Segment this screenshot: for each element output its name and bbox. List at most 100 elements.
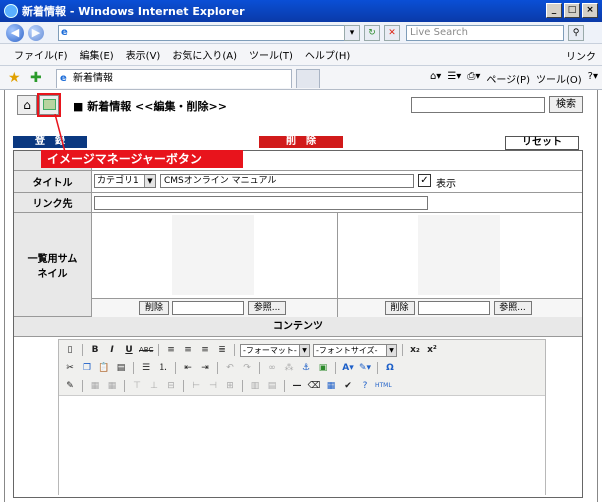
stop-icon[interactable]: ✕ [384, 25, 400, 41]
window-title: 新着情報 - Windows Internet Explorer [22, 5, 245, 18]
table-props-icon[interactable]: ▦ [88, 379, 102, 393]
bullet-list-icon[interactable]: ☰ [139, 361, 153, 375]
font-size-select[interactable]: -フォントサイズ- ▼ [313, 343, 397, 357]
refresh-icon[interactable]: ↻ [364, 25, 380, 41]
edit-form: 登 録 削 除 リセット [13, 134, 591, 150]
anchor-icon[interactable]: ⚓ [299, 361, 313, 375]
special-char-icon[interactable]: Ω [383, 361, 397, 375]
new-document-icon[interactable]: ▯ [63, 343, 77, 357]
links-menu[interactable]: リンク [566, 48, 596, 63]
url-dropdown-icon[interactable]: ▾ [344, 25, 360, 41]
back-icon[interactable]: ◀ [6, 24, 24, 42]
edit-source-icon[interactable]: ✎ [63, 379, 77, 393]
thumbnail-browse-button-2[interactable]: 参照... [493, 301, 532, 315]
home-button[interactable]: ⌂ [17, 95, 37, 115]
menu-file[interactable]: ファイル(F) [14, 47, 68, 62]
home-toolbar-icon[interactable]: ⌂▾ [430, 71, 441, 86]
new-tab-button[interactable] [296, 69, 320, 88]
url-input[interactable]: e [58, 25, 354, 41]
display-checkbox[interactable]: ✓ [418, 174, 431, 187]
thumbnail-delete-button-1[interactable]: 削除 [139, 301, 169, 315]
paste-icon[interactable]: 📋 [97, 361, 111, 375]
minimize-button[interactable]: _ [546, 3, 562, 18]
thumbnail-delete-button-2[interactable]: 削除 [384, 301, 415, 315]
tools-menu[interactable]: ツール(O) [536, 71, 582, 86]
tab-active[interactable]: e 新着情報 [56, 69, 292, 88]
insert-row-after-icon[interactable]: ⊥ [147, 379, 161, 393]
menu-view[interactable]: 表示(V) [126, 47, 161, 62]
favorites-star-icon[interactable]: ★ [8, 70, 21, 86]
menu-edit[interactable]: 編集(E) [80, 47, 114, 62]
strikethrough-icon[interactable]: ABC [139, 343, 153, 357]
undo-icon[interactable]: ↶ [223, 361, 237, 375]
maximize-button[interactable]: □ [564, 3, 580, 18]
link-icon[interactable]: ∞ [265, 361, 279, 375]
underline-icon[interactable]: U [122, 343, 136, 357]
insert-table-icon[interactable]: ▦ [324, 379, 338, 393]
thumbnail-slot-1: 削除 参照... [92, 213, 338, 317]
reset-button[interactable]: リセット [505, 136, 579, 150]
thumbnail-file-input-1[interactable] [172, 301, 244, 315]
insert-col-after-icon[interactable]: ⊣ [206, 379, 220, 393]
menu-help[interactable]: ヘルプ(H) [305, 47, 350, 62]
insert-row-before-icon[interactable]: ⊤ [130, 379, 144, 393]
text-color-icon[interactable]: A▾ [341, 361, 355, 375]
help-icon[interactable]: ? [358, 379, 372, 393]
insert-image-icon[interactable]: ▣ [316, 361, 330, 375]
insert-col-before-icon[interactable]: ⊢ [189, 379, 203, 393]
subscript-icon[interactable]: x₂ [408, 343, 422, 357]
split-cells-icon[interactable]: ▥ [248, 379, 262, 393]
bold-icon[interactable]: B [88, 343, 102, 357]
live-search-input[interactable]: Live Search [406, 25, 564, 41]
page-icon: e [61, 27, 68, 38]
copy-icon[interactable]: ❐ [80, 361, 94, 375]
menu-bar: ファイル(F) 編集(E) 表示(V) お気に入り(A) ツール(T) ヘルプ(… [0, 44, 602, 66]
search-input[interactable] [411, 97, 545, 113]
unlink-icon[interactable]: ⁂ [282, 361, 296, 375]
link-input[interactable] [94, 196, 428, 210]
indent-icon[interactable]: ⇥ [198, 361, 212, 375]
page-menu[interactable]: ページ(P) [486, 71, 530, 86]
horizontal-rule-icon[interactable]: — [290, 379, 304, 393]
thumbnail-browse-button-1[interactable]: 参照... [248, 301, 286, 315]
align-left-icon[interactable]: ≡ [164, 343, 178, 357]
page-header: ⌂ ■ 新着情報 <<編集・削除>> 検索 [13, 93, 591, 119]
merge-cells-icon[interactable]: ▤ [265, 379, 279, 393]
register-button[interactable]: 登 録 [13, 136, 87, 148]
thumbnail-file-input-2[interactable] [417, 301, 490, 315]
numbered-list-icon[interactable]: ⒈ [156, 361, 170, 375]
html-icon[interactable]: HTML [375, 379, 392, 393]
category-select[interactable]: カテゴリ1 ▼ [94, 174, 156, 188]
help-toolbar-icon[interactable]: ?▾ [588, 71, 598, 86]
forward-icon[interactable]: ▶ [28, 25, 44, 41]
delete-col-icon[interactable]: ⊞ [223, 379, 237, 393]
align-center-icon[interactable]: ≡ [181, 343, 195, 357]
remove-format-icon[interactable]: ⌫ [307, 379, 321, 393]
print-icon[interactable]: ⎙▾ [467, 71, 480, 86]
redo-icon[interactable]: ↷ [240, 361, 254, 375]
address-bar: ◀ ▶ e ▾ ↻ ✕ Live Search ⚲ [0, 22, 602, 44]
superscript-icon[interactable]: x² [425, 343, 439, 357]
feeds-icon[interactable]: ☰▾ [447, 71, 461, 86]
paste-text-icon[interactable]: ▤ [114, 361, 128, 375]
delete-row-icon[interactable]: ⊟ [164, 379, 178, 393]
add-favorites-icon[interactable]: ✚ [30, 70, 42, 86]
search-go-icon[interactable]: ⚲ [568, 25, 584, 41]
cell-props-icon[interactable]: ▦ [105, 379, 119, 393]
format-select[interactable]: -フォーマット- ▼ [240, 343, 310, 357]
highlight-color-icon[interactable]: ✎▾ [358, 361, 372, 375]
align-justify-icon[interactable]: ≣ [215, 343, 229, 357]
align-right-icon[interactable]: ≡ [198, 343, 212, 357]
search-button[interactable]: 検索 [549, 96, 583, 113]
tab-page-icon: e [60, 73, 67, 84]
cut-icon[interactable]: ✂ [63, 361, 77, 375]
cleanup-icon[interactable]: ✔ [341, 379, 355, 393]
outdent-icon[interactable]: ⇤ [181, 361, 195, 375]
close-button[interactable]: × [582, 3, 598, 18]
menu-tools[interactable]: ツール(T) [249, 47, 293, 62]
menu-favorites[interactable]: お気に入り(A) [172, 47, 237, 62]
title-input[interactable]: CMSオンライン マニュアル [160, 174, 414, 188]
editor-content-area[interactable] [59, 397, 545, 495]
delete-button[interactable]: 削 除 [259, 136, 343, 148]
italic-icon[interactable]: I [105, 343, 119, 357]
